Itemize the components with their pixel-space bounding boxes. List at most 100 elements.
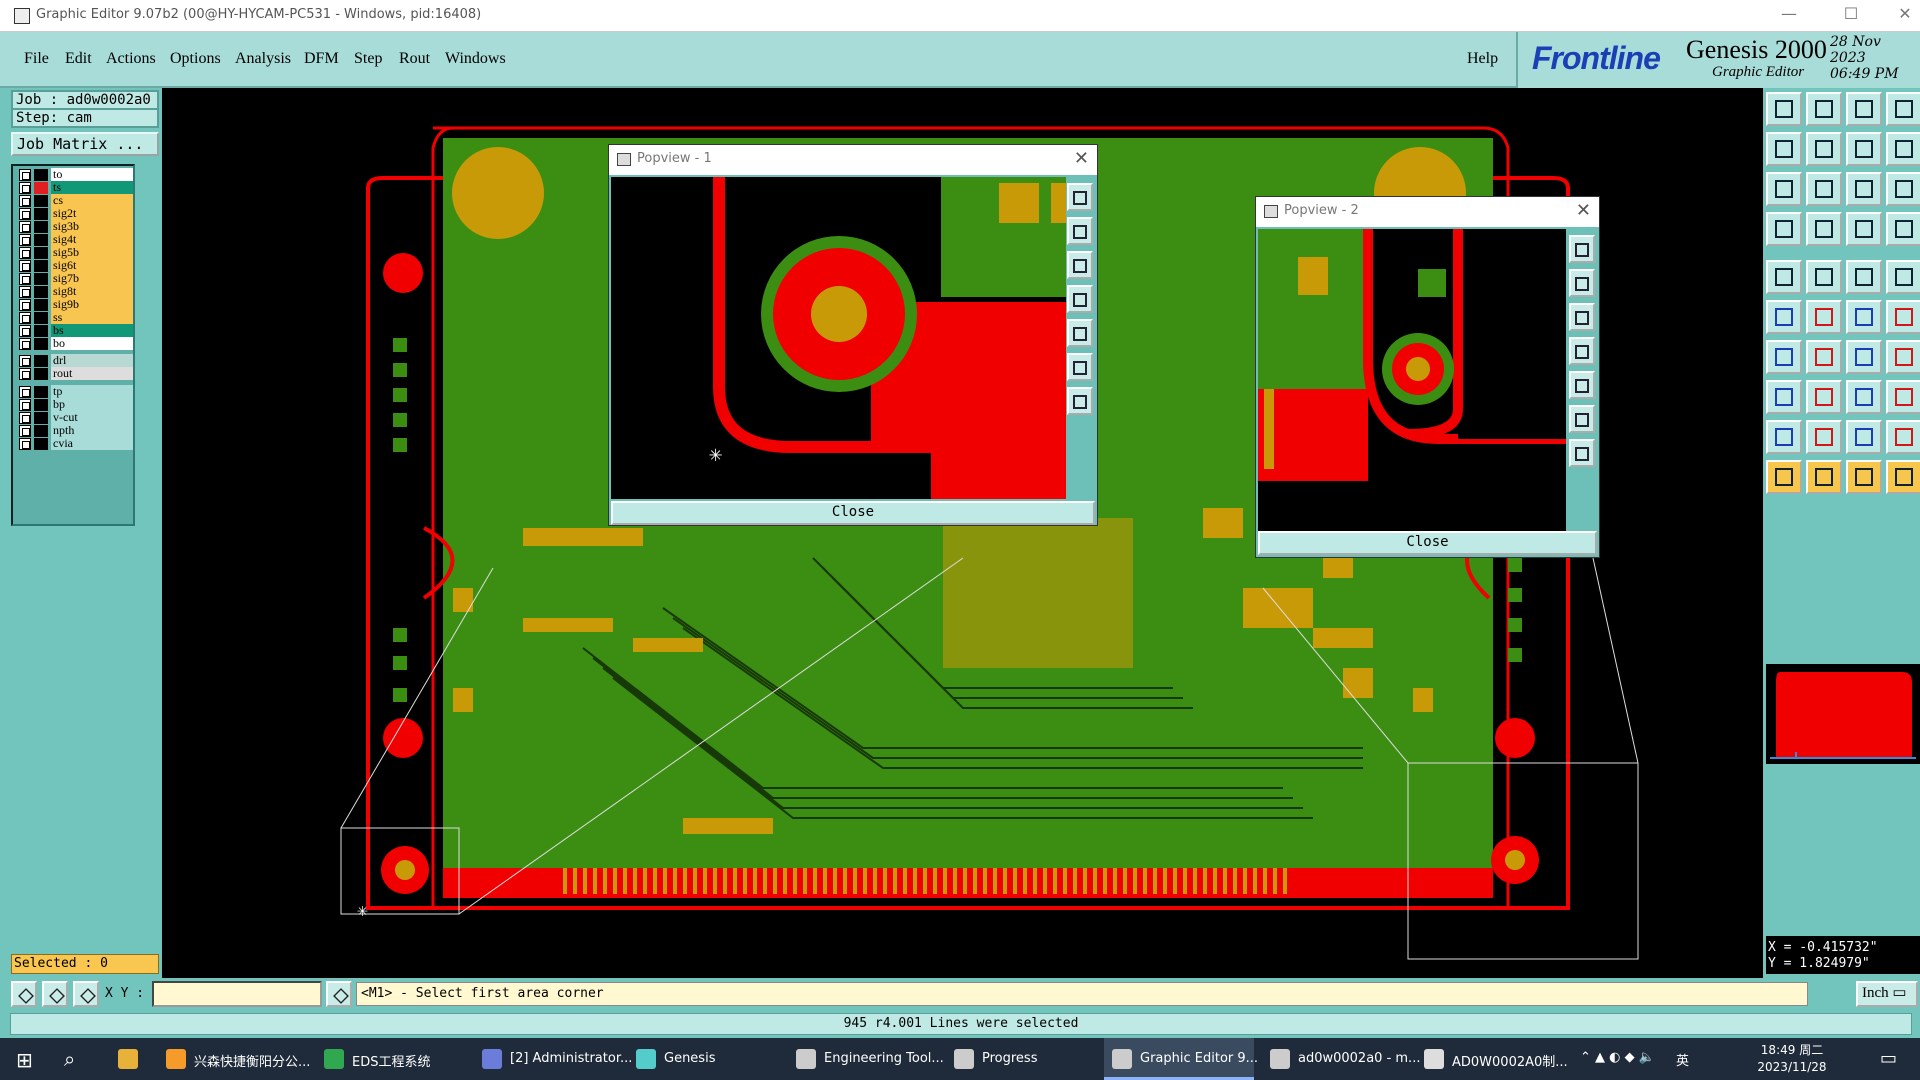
open-tool-button[interactable]	[1766, 92, 1802, 126]
layer-color-box[interactable]	[34, 234, 48, 246]
popview-zoom-in-button[interactable]	[1067, 217, 1093, 245]
layer-checkbox[interactable]	[19, 425, 31, 437]
taskbar-item-ad0w0002a0-doc[interactable]: AD0W0002A0制...	[1416, 1038, 1576, 1080]
layer-checkbox[interactable]	[19, 260, 31, 272]
layer-checkbox[interactable]	[19, 273, 31, 285]
notification-icon[interactable]: ▭	[1870, 1038, 1910, 1080]
layer-checkbox[interactable]	[19, 412, 31, 424]
layer-checkbox[interactable]	[19, 368, 31, 380]
menu-dfm[interactable]: DFM	[304, 50, 339, 68]
pan-tool-button[interactable]	[1806, 172, 1842, 206]
line-tool-button[interactable]	[1846, 260, 1882, 294]
color-tool-button[interactable]	[1806, 260, 1842, 294]
layer-row-rout[interactable]: rout	[17, 367, 135, 381]
popview-zoom-in-button[interactable]	[1569, 269, 1595, 297]
grid-mode-button[interactable]	[73, 981, 99, 1007]
taskbar-item-xingsen-app[interactable]: 兴森快捷衡阳分公...	[158, 1038, 310, 1080]
layer-checkbox[interactable]	[19, 399, 31, 411]
dimension-tool-button[interactable]	[1846, 380, 1882, 414]
layer-checkbox[interactable]	[19, 182, 31, 194]
arc-tool-button[interactable]	[1846, 340, 1882, 374]
layer-row-bo[interactable]: bo	[17, 337, 135, 351]
layer-checkbox[interactable]	[19, 247, 31, 259]
via-tool-button[interactable]	[1886, 260, 1920, 294]
popview-zoom-button[interactable]	[1067, 183, 1093, 211]
layer-checkbox[interactable]	[19, 195, 31, 207]
taskbar-item-ad0w0002a0-window[interactable]: ad0w0002a0 - m...	[1262, 1038, 1420, 1080]
layer-color-box[interactable]	[34, 247, 48, 259]
popview-home-button[interactable]	[1067, 319, 1093, 347]
table-tool-button[interactable]	[1806, 212, 1842, 246]
popview-home-button[interactable]	[1569, 371, 1595, 399]
layer-row-v-cut[interactable]: v-cut	[17, 411, 135, 425]
layer-row-drl[interactable]: drl	[17, 354, 135, 368]
layer-row-tp[interactable]: tp	[17, 385, 135, 399]
layer-row-sig9b[interactable]: sig9b	[17, 298, 135, 312]
maximize-button[interactable]: ☐	[1836, 4, 1866, 28]
ruler-tool-button[interactable]	[1806, 380, 1842, 414]
move-tool-button[interactable]	[1886, 460, 1920, 494]
pick-tool-button[interactable]	[1806, 460, 1842, 494]
file-explorer-icon[interactable]	[110, 1038, 150, 1080]
marker-tool-button[interactable]	[1766, 380, 1802, 414]
popview-zoom-out-button[interactable]	[1067, 251, 1093, 279]
layer-row-ts[interactable]: ts	[17, 181, 135, 195]
triangle-tool-button[interactable]	[1766, 420, 1802, 454]
taskbar-item-graphic-editor[interactable]: Graphic Editor 9...	[1104, 1038, 1258, 1080]
layer-color-box[interactable]	[34, 412, 48, 424]
layer-row-bs[interactable]: bs	[17, 324, 135, 338]
link-tool-button[interactable]	[1846, 300, 1882, 334]
layer-name[interactable]: to	[51, 168, 133, 181]
popview-2-close-button[interactable]: Close	[1258, 531, 1597, 555]
route-tool-button[interactable]	[1886, 212, 1920, 246]
layer-checkbox[interactable]	[19, 438, 31, 450]
layer-color-box[interactable]	[34, 338, 48, 350]
edit-tool-button[interactable]	[1846, 460, 1882, 494]
taskbar-clock[interactable]: 18:49 周二 2023/11/28	[1754, 1042, 1830, 1076]
trapezoid-tool-button[interactable]	[1846, 420, 1882, 454]
import-tool-button[interactable]	[1766, 132, 1802, 166]
layer-row-cs[interactable]: cs	[17, 194, 135, 208]
shape-tool-button[interactable]	[1886, 380, 1920, 414]
unit-selector[interactable]: Inch ▭	[1856, 981, 1918, 1007]
popview-zoom-out-button[interactable]	[1569, 303, 1595, 331]
popview-fit-button[interactable]	[1569, 405, 1595, 433]
layer-color-box[interactable]	[34, 386, 48, 398]
help-tool-button[interactable]	[1886, 172, 1920, 206]
taskbar-item-progress[interactable]: Progress	[946, 1038, 1096, 1080]
layer-color-box[interactable]	[34, 325, 48, 337]
popview-2-close-icon[interactable]: ✕	[1576, 200, 1591, 221]
layer-color-box[interactable]	[34, 273, 48, 285]
layer-name[interactable]: rout	[51, 367, 133, 380]
job-matrix-button[interactable]: Job Matrix ...	[11, 132, 159, 156]
layer-checkbox[interactable]	[19, 169, 31, 181]
layer-name[interactable]: sig9b	[51, 298, 133, 311]
layer-row-to[interactable]: to	[17, 168, 135, 182]
menu-step[interactable]: Step	[354, 50, 382, 68]
layer-color-box[interactable]	[34, 299, 48, 311]
pad-tool-button[interactable]	[1766, 260, 1802, 294]
start-button[interactable]: ⊞	[8, 1038, 48, 1080]
popview-center-button[interactable]	[1569, 439, 1595, 467]
popview-1-canvas[interactable]: ✳	[611, 177, 1066, 499]
scale-tool-button[interactable]	[1846, 172, 1882, 206]
close-window-button[interactable]: ✕	[1890, 4, 1920, 28]
layer-row-cvia[interactable]: cvia	[17, 437, 135, 451]
grid-tool-button[interactable]	[1886, 92, 1920, 126]
menu-windows[interactable]: Windows	[445, 50, 506, 68]
layer-checkbox[interactable]	[19, 286, 31, 298]
layer-color-box[interactable]	[34, 368, 48, 380]
layer-color-box[interactable]	[34, 221, 48, 233]
layer-color-box[interactable]	[34, 312, 48, 324]
layer-color-box[interactable]	[34, 355, 48, 367]
popview-1-close-button[interactable]: Close	[611, 501, 1095, 525]
snap-mode-button[interactable]	[11, 981, 37, 1007]
popview-zoom-button[interactable]	[1569, 235, 1595, 263]
layer-name[interactable]: bo	[51, 337, 133, 350]
save-tool-button[interactable]	[1806, 92, 1842, 126]
layer-color-box[interactable]	[34, 169, 48, 181]
area-tool-button[interactable]	[1886, 420, 1920, 454]
node-tool-button[interactable]	[1766, 300, 1802, 334]
layer-checkbox[interactable]	[19, 221, 31, 233]
search-icon[interactable]: ⌕	[56, 1038, 96, 1080]
